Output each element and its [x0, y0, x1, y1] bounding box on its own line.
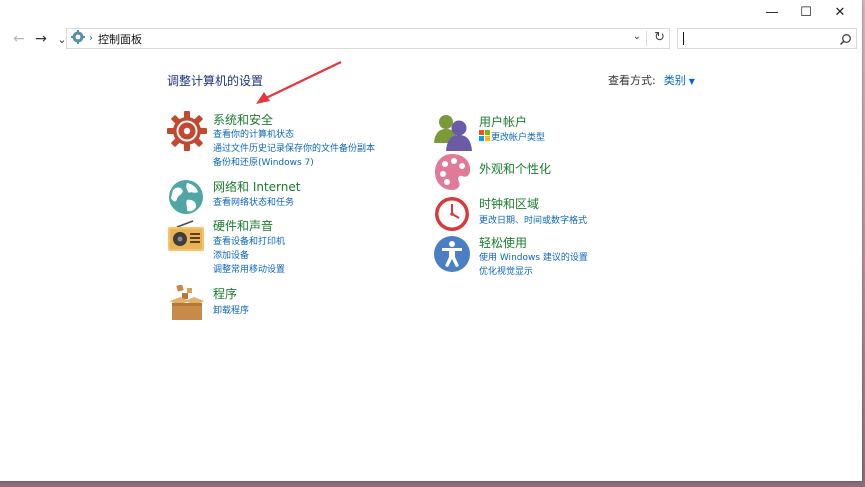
back-button[interactable]: ←: [10, 29, 28, 49]
link-network-status[interactable]: 查看网络状态和任务: [213, 195, 294, 208]
system-security-gear-icon[interactable]: [167, 111, 207, 151]
programs-box-icon[interactable]: [167, 284, 207, 325]
category-user-accounts: 用户帐户 更改帐户类型: [433, 113, 693, 153]
category-programs: 程序 卸载程序: [167, 284, 427, 325]
search-icon[interactable]: [839, 31, 852, 50]
link-recommended-settings[interactable]: 使用 Windows 建议的设置: [479, 250, 588, 263]
category-appearance: 外观和个性化: [433, 152, 693, 192]
network-globe-icon[interactable]: [167, 178, 207, 218]
watermark-text: CSDN @Hi 大叔: [716, 460, 829, 478]
page-title: 调整计算机的设置: [167, 74, 264, 88]
network-internet-title[interactable]: 网络和 Internet: [213, 178, 300, 195]
link-change-account-type[interactable]: 更改帐户类型: [491, 130, 545, 143]
close-button[interactable]: ✕: [821, 0, 859, 24]
view-by-dropdown[interactable]: 类别: [664, 74, 686, 87]
link-mobility-settings[interactable]: 调整常用移动设置: [213, 262, 285, 275]
forward-button[interactable]: →: [32, 29, 50, 49]
view-by-label: 查看方式:: [608, 74, 656, 87]
text-caret: [683, 32, 684, 45]
link-change-date-time-format[interactable]: 更改日期、时间或数字格式: [479, 213, 587, 226]
address-dropdown-button[interactable]: ⌄: [633, 31, 641, 42]
hardware-sound-icon[interactable]: [167, 217, 207, 257]
category-network-internet: 网络和 Internet 查看网络状态和任务: [167, 178, 427, 218]
category-ease-of-access: 轻松使用 使用 Windows 建议的设置 优化视觉显示: [433, 234, 693, 278]
category-system-security: 系统和安全 查看你的计算机状态 通过文件历史记录保存你的文件备份副本 备份和还原…: [167, 111, 427, 171]
view-by: 查看方式: 类别 ▼: [608, 72, 695, 88]
ease-of-access-title[interactable]: 轻松使用: [479, 234, 527, 251]
title-bar: — ☐ ✕: [0, 0, 862, 24]
refresh-button[interactable]: ↻: [654, 30, 665, 45]
search-input[interactable]: [677, 28, 857, 49]
link-optimize-visual-display[interactable]: 优化视觉显示: [479, 264, 533, 277]
category-hardware-sound: 硬件和声音 查看设备和打印机 添加设备 调整常用移动设置: [167, 217, 427, 277]
link-devices-printers[interactable]: 查看设备和打印机: [213, 234, 285, 247]
link-file-history[interactable]: 通过文件历史记录保存你的文件备份副本: [213, 141, 375, 154]
user-accounts-icon[interactable]: [433, 113, 473, 153]
annotation-arrow: [256, 61, 342, 104]
chevron-down-icon[interactable]: ▼: [689, 77, 695, 86]
control-panel-window: — ☐ ✕ ← → ⌄ › 控制面板 ⌄ ↻ 调整计算机的设置 查看方式: 类别…: [0, 0, 862, 481]
address-divider: [646, 31, 647, 46]
maximize-button[interactable]: ☐: [787, 0, 825, 24]
appearance-title[interactable]: 外观和个性化: [479, 160, 551, 177]
link-uninstall-program[interactable]: 卸载程序: [213, 303, 249, 316]
category-clock-region: 时钟和区域 更改日期、时间或数字格式: [433, 194, 693, 234]
link-backup-restore[interactable]: 备份和还原(Windows 7): [213, 155, 314, 168]
clock-region-icon[interactable]: [433, 194, 473, 234]
address-bar[interactable]: › 控制面板 ⌄ ↻: [66, 28, 670, 49]
clock-region-title[interactable]: 时钟和区域: [479, 195, 539, 212]
breadcrumb-separator[interactable]: ›: [89, 33, 93, 44]
link-view-computer-status[interactable]: 查看你的计算机状态: [213, 127, 294, 140]
programs-title[interactable]: 程序: [213, 285, 237, 302]
minimize-button[interactable]: —: [753, 0, 791, 24]
ease-of-access-icon[interactable]: [433, 234, 473, 274]
hardware-sound-title[interactable]: 硬件和声音: [213, 217, 273, 234]
user-accounts-title[interactable]: 用户帐户: [479, 113, 527, 130]
system-security-title[interactable]: 系统和安全: [213, 111, 273, 128]
breadcrumb-control-panel[interactable]: 控制面板: [98, 31, 142, 47]
appearance-palette-icon[interactable]: [433, 152, 473, 192]
windows-logo-icon: [479, 130, 490, 144]
control-panel-icon: [71, 29, 85, 48]
link-add-device[interactable]: 添加设备: [213, 248, 249, 261]
